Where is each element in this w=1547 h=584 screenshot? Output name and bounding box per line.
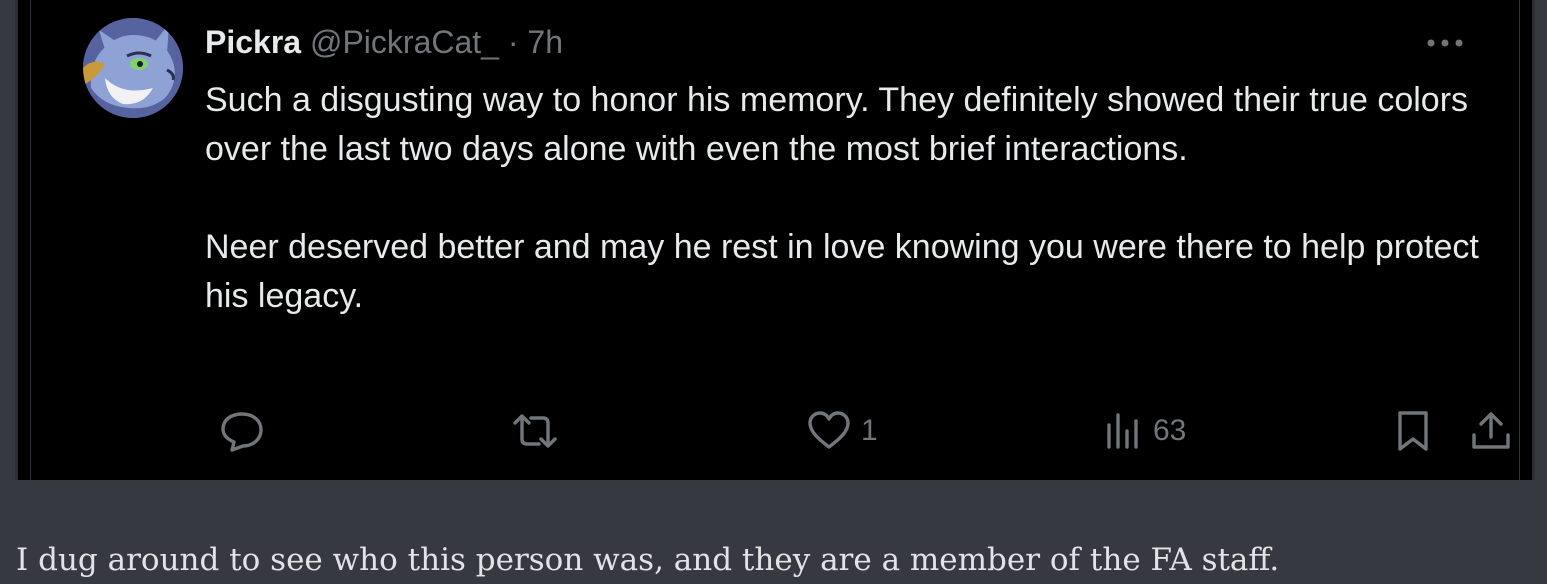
tweet-paragraph: Such a disgusting way to honor his memor…	[205, 81, 1469, 168]
tweet-timestamp[interactable]: 7h	[527, 24, 563, 60]
views-button[interactable]: 63	[1103, 406, 1186, 456]
post-caption: I dug around to see who this person was,…	[16, 542, 1280, 578]
tweet-text: Such a disgusting way to honor his memor…	[205, 76, 1505, 321]
avatar-icon	[83, 18, 183, 118]
author-handle[interactable]: @PickraCat_	[310, 24, 499, 60]
share-button[interactable]	[1469, 406, 1513, 456]
views-icon	[1107, 413, 1138, 449]
more-icon	[1427, 39, 1463, 47]
author-name[interactable]: Pickra	[205, 24, 301, 60]
share-icon	[1472, 412, 1510, 449]
heart-icon	[808, 411, 850, 449]
avatar[interactable]	[83, 18, 183, 118]
views-count: 63	[1153, 414, 1187, 447]
tweet-header: Pickra @PickraCat_ · 7h	[205, 22, 563, 62]
bookmark-icon	[1398, 411, 1428, 451]
tweet-actions: 1 63	[205, 406, 1510, 456]
reply-button[interactable]	[219, 406, 275, 456]
tweet-paragraph: Neer deserved better and may he rest in …	[205, 228, 1479, 315]
bookmark-button[interactable]	[1393, 406, 1433, 456]
repost-button[interactable]	[511, 406, 569, 456]
tweet-card: Pickra @PickraCat_ · 7h Such a disgustin…	[30, 0, 1520, 480]
like-button[interactable]: 1	[807, 406, 878, 456]
header-separator: ·	[507, 24, 519, 60]
reply-icon	[221, 412, 263, 452]
embedded-tweet-screenshot: Pickra @PickraCat_ · 7h Such a disgustin…	[15, 0, 1535, 480]
like-count: 1	[861, 414, 878, 447]
more-button[interactable]	[1423, 32, 1467, 54]
repost-icon	[513, 414, 557, 448]
